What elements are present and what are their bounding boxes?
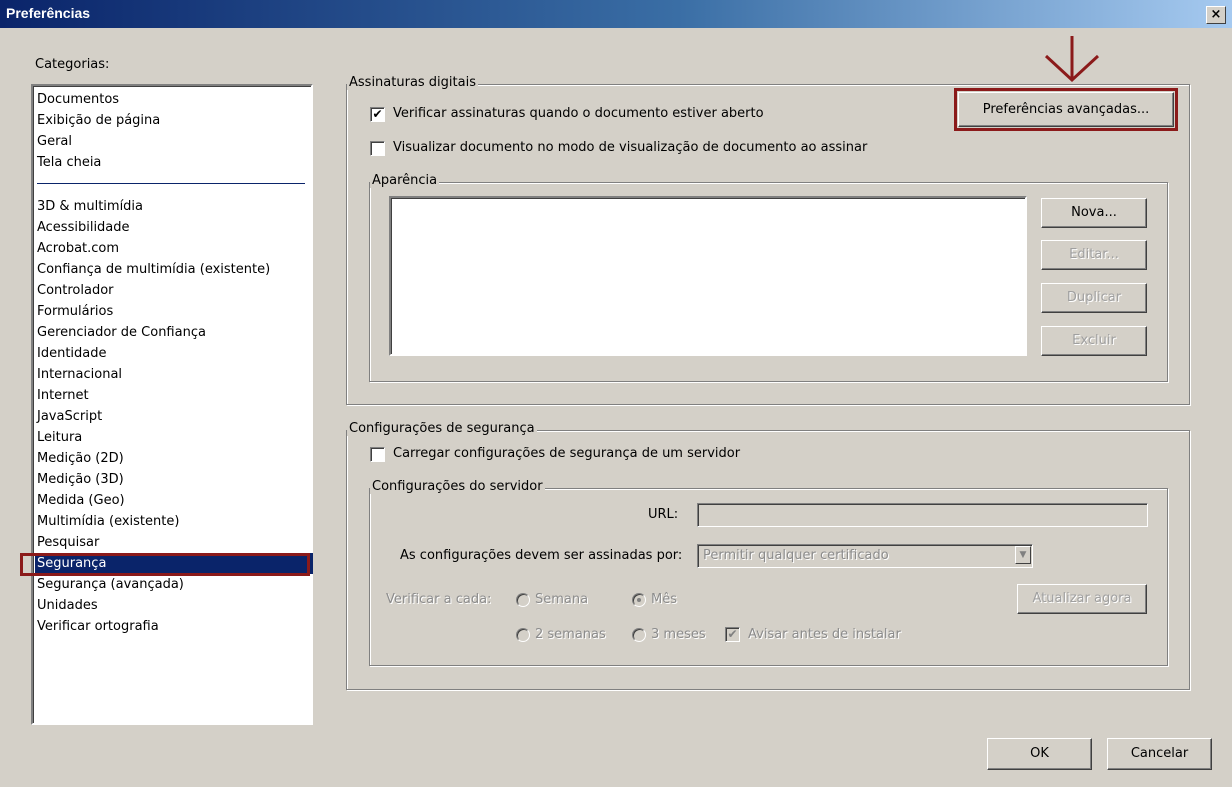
three-months-radio[interactable] <box>632 628 646 642</box>
category-internet[interactable]: Internet <box>35 385 313 406</box>
week-radio[interactable] <box>516 593 530 607</box>
preview-document-checkbox[interactable] <box>370 141 385 156</box>
duplicate-appearance-button[interactable]: Duplicar <box>1041 283 1147 313</box>
category-verificar-ortografia[interactable]: Verificar ortografia <box>35 616 313 637</box>
category-pesquisar[interactable]: Pesquisar <box>35 532 313 553</box>
title-bar: Preferências × <box>0 0 1232 28</box>
appearance-title: Aparência <box>370 173 440 188</box>
server-settings-title: Configurações do servidor <box>370 479 545 494</box>
security-settings-title: Configurações de segurança <box>347 421 537 436</box>
chevron-down-icon[interactable]: ▼ <box>1015 546 1031 564</box>
category-3d-multimidia[interactable]: 3D & multimídia <box>35 196 313 217</box>
month-label: Mês <box>651 592 677 607</box>
advanced-preferences-button[interactable]: Preferências avançadas... <box>958 92 1174 127</box>
edit-appearance-button[interactable]: Editar... <box>1041 240 1147 270</box>
appearance-list[interactable] <box>389 196 1027 356</box>
category-documentos[interactable]: Documentos <box>35 89 313 110</box>
load-from-server-checkbox[interactable] <box>370 447 385 462</box>
category-javascript[interactable]: JavaScript <box>35 406 313 427</box>
window-title: Preferências <box>6 5 91 21</box>
verify-signatures-label: Verificar assinaturas quando o documento… <box>393 106 764 121</box>
category-controlador[interactable]: Controlador <box>35 280 313 301</box>
category-medicao-3d[interactable]: Medição (3D) <box>35 469 313 490</box>
category-separator <box>37 183 305 184</box>
arrow-down-icon <box>1044 36 1100 83</box>
close-button[interactable]: × <box>1206 6 1226 24</box>
category-tela-cheia[interactable]: Tela cheia <box>35 152 313 173</box>
signed-by-value: Permitir qualquer certificado <box>703 548 889 563</box>
new-appearance-button[interactable]: Nova... <box>1041 198 1147 228</box>
category-confianca-multimidia[interactable]: Confiança de multimídia (existente) <box>35 259 313 280</box>
categories-list[interactable]: Documentos Exibição de página Geral Tela… <box>31 84 313 725</box>
warn-before-install-checkbox[interactable]: ✔ <box>725 627 740 642</box>
category-gerenciador-de-confianca[interactable]: Gerenciador de Confiança <box>35 322 313 343</box>
category-acrobat-com[interactable]: Acrobat.com <box>35 238 313 259</box>
two-weeks-radio[interactable] <box>516 628 530 642</box>
url-input[interactable] <box>697 503 1148 527</box>
week-label: Semana <box>535 592 589 607</box>
cancel-button[interactable]: Cancelar <box>1107 738 1212 770</box>
categories-label: Categorias: <box>35 57 110 72</box>
two-weeks-label: 2 semanas <box>535 627 606 642</box>
category-geral[interactable]: Geral <box>35 131 313 152</box>
three-months-label: 3 meses <box>651 627 706 642</box>
selected-category-highlight <box>20 553 310 576</box>
warn-before-install-label: Avisar antes de instalar <box>748 627 901 642</box>
delete-appearance-button[interactable]: Excluir <box>1041 326 1147 356</box>
signed-by-select[interactable]: Permitir qualquer certificado ▼ <box>697 544 1033 568</box>
category-unidades[interactable]: Unidades <box>35 595 313 616</box>
signed-by-label: As configurações devem ser assinadas por… <box>400 548 683 563</box>
ok-button[interactable]: OK <box>987 738 1092 770</box>
url-label: URL: <box>648 507 679 522</box>
category-multimidia-existente[interactable]: Multimídia (existente) <box>35 511 313 532</box>
category-acessibilidade[interactable]: Acessibilidade <box>35 217 313 238</box>
category-exibicao-de-pagina[interactable]: Exibição de página <box>35 110 313 131</box>
category-formularios[interactable]: Formulários <box>35 301 313 322</box>
category-identidade[interactable]: Identidade <box>35 343 313 364</box>
month-radio[interactable] <box>632 593 646 607</box>
category-seguranca-avancada[interactable]: Segurança (avançada) <box>35 574 313 595</box>
load-from-server-label: Carregar configurações de segurança de u… <box>393 446 741 461</box>
category-leitura[interactable]: Leitura <box>35 427 313 448</box>
check-every-label: Verificar a cada: <box>386 592 492 607</box>
update-now-button[interactable]: Atualizar agora <box>1017 584 1147 614</box>
verify-signatures-checkbox[interactable]: ✔ <box>370 107 385 122</box>
category-medida-geo[interactable]: Medida (Geo) <box>35 490 313 511</box>
digital-signatures-title: Assinaturas digitais <box>347 75 478 90</box>
preview-document-label: Visualizar documento no modo de visualiz… <box>393 140 868 155</box>
category-medicao-2d[interactable]: Medição (2D) <box>35 448 313 469</box>
category-internacional[interactable]: Internacional <box>35 364 313 385</box>
